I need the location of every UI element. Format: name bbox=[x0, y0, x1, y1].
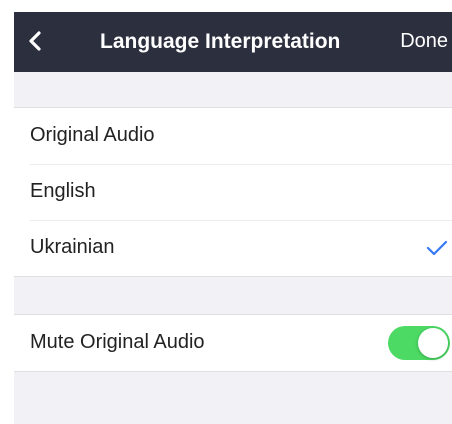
navigation-bar: Language Interpretation Done bbox=[14, 12, 452, 72]
page-title: Language Interpretation bbox=[100, 30, 341, 53]
language-label: Original Audio bbox=[30, 124, 155, 146]
screen: Language Interpretation Done Original Au… bbox=[14, 12, 452, 424]
language-option-original-audio[interactable]: Original Audio bbox=[14, 108, 452, 164]
language-label: English bbox=[30, 180, 96, 202]
mute-original-audio-toggle[interactable] bbox=[388, 326, 450, 360]
toggle-knob bbox=[418, 328, 448, 358]
language-label: Ukrainian bbox=[30, 236, 115, 258]
mute-original-audio-label: Mute Original Audio bbox=[30, 331, 205, 353]
mute-original-audio-row: Mute Original Audio bbox=[14, 315, 452, 371]
chevron-left-icon bbox=[20, 26, 50, 56]
checkmark-icon bbox=[426, 240, 448, 256]
language-list: Original Audio English Ukrainian bbox=[14, 107, 452, 277]
language-option-english[interactable]: English bbox=[14, 164, 452, 220]
done-button[interactable]: Done bbox=[400, 30, 448, 53]
back-button[interactable] bbox=[20, 26, 50, 56]
language-option-ukrainian[interactable]: Ukrainian bbox=[14, 220, 452, 276]
mute-settings: Mute Original Audio bbox=[14, 314, 452, 372]
section-spacer bbox=[14, 72, 452, 108]
